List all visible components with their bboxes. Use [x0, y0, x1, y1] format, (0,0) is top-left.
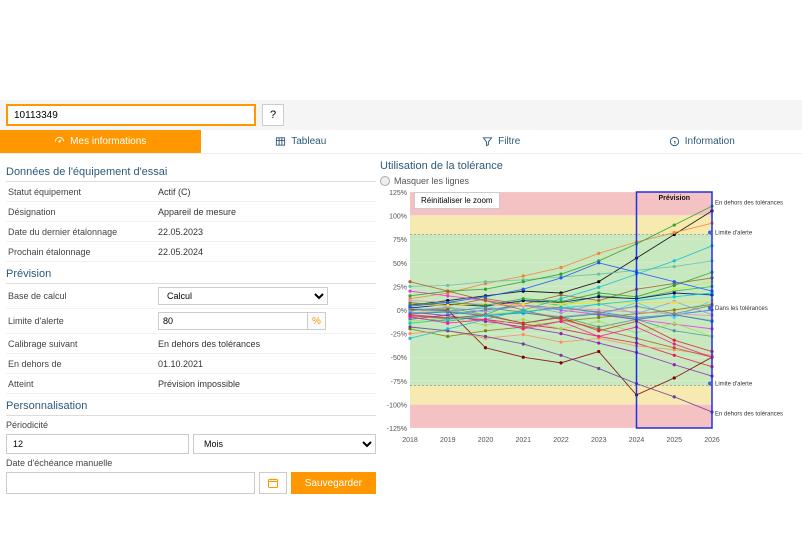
info-icon — [669, 136, 680, 147]
svg-text:75%: 75% — [393, 237, 407, 244]
tab-filtre[interactable]: Filtre — [401, 130, 602, 154]
svg-text:2024: 2024 — [629, 437, 645, 444]
right-panel: Utilisation de la tolérance Masquer les … — [380, 160, 796, 494]
svg-text:-25%: -25% — [391, 332, 407, 339]
reset-zoom-button[interactable]: Réinitialiser le zoom — [414, 192, 500, 209]
tab-tableau[interactable]: Tableau — [201, 130, 402, 154]
section-forecast: Prévision — [6, 264, 376, 284]
basis-select[interactable]: Calcul — [158, 287, 328, 305]
chart-title: Utilisation de la tolérance — [380, 160, 796, 172]
due-date-input[interactable] — [6, 472, 255, 494]
gauge-icon — [54, 136, 65, 147]
svg-text:Limite d'alerte: Limite d'alerte — [715, 230, 753, 236]
tab-label: Information — [685, 136, 735, 147]
row-last-calibration: Date du dernier étalonnage22.05.2023 — [6, 222, 376, 242]
search-input[interactable] — [6, 104, 256, 126]
svg-text:50%: 50% — [393, 261, 407, 268]
row-out-of: En dehors de01.10.2021 — [6, 354, 376, 374]
svg-text:Prévision: Prévision — [658, 195, 690, 202]
svg-text:100%: 100% — [389, 214, 407, 221]
periodicity-label: Périodicité — [6, 416, 376, 430]
top-bar: ? — [0, 100, 802, 130]
svg-text:125%: 125% — [389, 190, 407, 197]
calendar-button[interactable] — [259, 472, 287, 494]
calendar-icon — [267, 477, 279, 489]
tolerance-chart[interactable]: 125% 100% 75% 50% 25% 0% -25% -50% -75% -100% -125… — [380, 186, 790, 446]
tab-information[interactable]: Information — [602, 130, 802, 154]
svg-text:Dans les tolérances: Dans les tolérances — [715, 306, 768, 312]
svg-text:2022: 2022 — [553, 437, 569, 444]
svg-text:2021: 2021 — [515, 437, 531, 444]
hide-lines-label: Masquer les lignes — [394, 176, 469, 186]
alert-limit-input[interactable] — [158, 312, 308, 330]
svg-text:2026: 2026 — [704, 437, 720, 444]
filter-icon — [482, 136, 493, 147]
svg-text:-50%: -50% — [391, 355, 407, 362]
section-equipment: Données de l'équipement d'essai — [6, 162, 376, 182]
svg-text:0%: 0% — [397, 308, 407, 315]
tab-bar: Mes informations Tableau Filtre Informat… — [0, 130, 802, 154]
tab-label: Filtre — [498, 136, 520, 147]
due-date-label: Date d'échéance manuelle — [6, 454, 376, 468]
row-reached: AtteintPrévision impossible — [6, 374, 376, 394]
svg-text:-100%: -100% — [387, 402, 407, 409]
svg-text:2018: 2018 — [402, 437, 418, 444]
svg-text:Limite d'alerte: Limite d'alerte — [715, 382, 753, 388]
tab-label: Mes informations — [70, 136, 146, 147]
periodicity-unit-select[interactable]: Mois — [193, 434, 376, 454]
left-panel: Données de l'équipement d'essai Statut é… — [6, 160, 376, 494]
row-next-calibration: Prochain étalonnage22.05.2024 — [6, 242, 376, 262]
radio-icon — [380, 176, 390, 186]
save-button[interactable]: Sauvegarder — [291, 472, 376, 494]
section-personalisation: Personnalisation — [6, 396, 376, 416]
row-status: Statut équipementActif (C) — [6, 182, 376, 202]
tab-mes-informations[interactable]: Mes informations — [0, 130, 201, 154]
row-designation: DésignationAppareil de mesure — [6, 202, 376, 222]
svg-text:-125%: -125% — [387, 426, 407, 433]
tab-label: Tableau — [291, 136, 326, 147]
svg-text:2023: 2023 — [591, 437, 607, 444]
svg-text:-75%: -75% — [391, 379, 407, 386]
row-alert-limit: Limite d'alerte % — [6, 309, 376, 334]
svg-text:2020: 2020 — [478, 437, 494, 444]
svg-text:2019: 2019 — [440, 437, 456, 444]
table-icon — [275, 136, 286, 147]
svg-text:En dehors des tolérances: En dehors des tolérances — [715, 200, 783, 206]
percent-addon: % — [308, 312, 326, 330]
row-next-calib: Calibrage suivantEn dehors des tolérance… — [6, 334, 376, 354]
row-basis: Base de calcul Calcul — [6, 284, 376, 309]
svg-text:En dehors des tolérances: En dehors des tolérances — [715, 412, 783, 418]
hide-lines-toggle[interactable]: Masquer les lignes — [380, 176, 469, 186]
svg-text:25%: 25% — [393, 284, 407, 291]
help-button[interactable]: ? — [262, 104, 284, 126]
svg-text:2025: 2025 — [666, 437, 682, 444]
periodicity-input[interactable] — [6, 434, 189, 454]
